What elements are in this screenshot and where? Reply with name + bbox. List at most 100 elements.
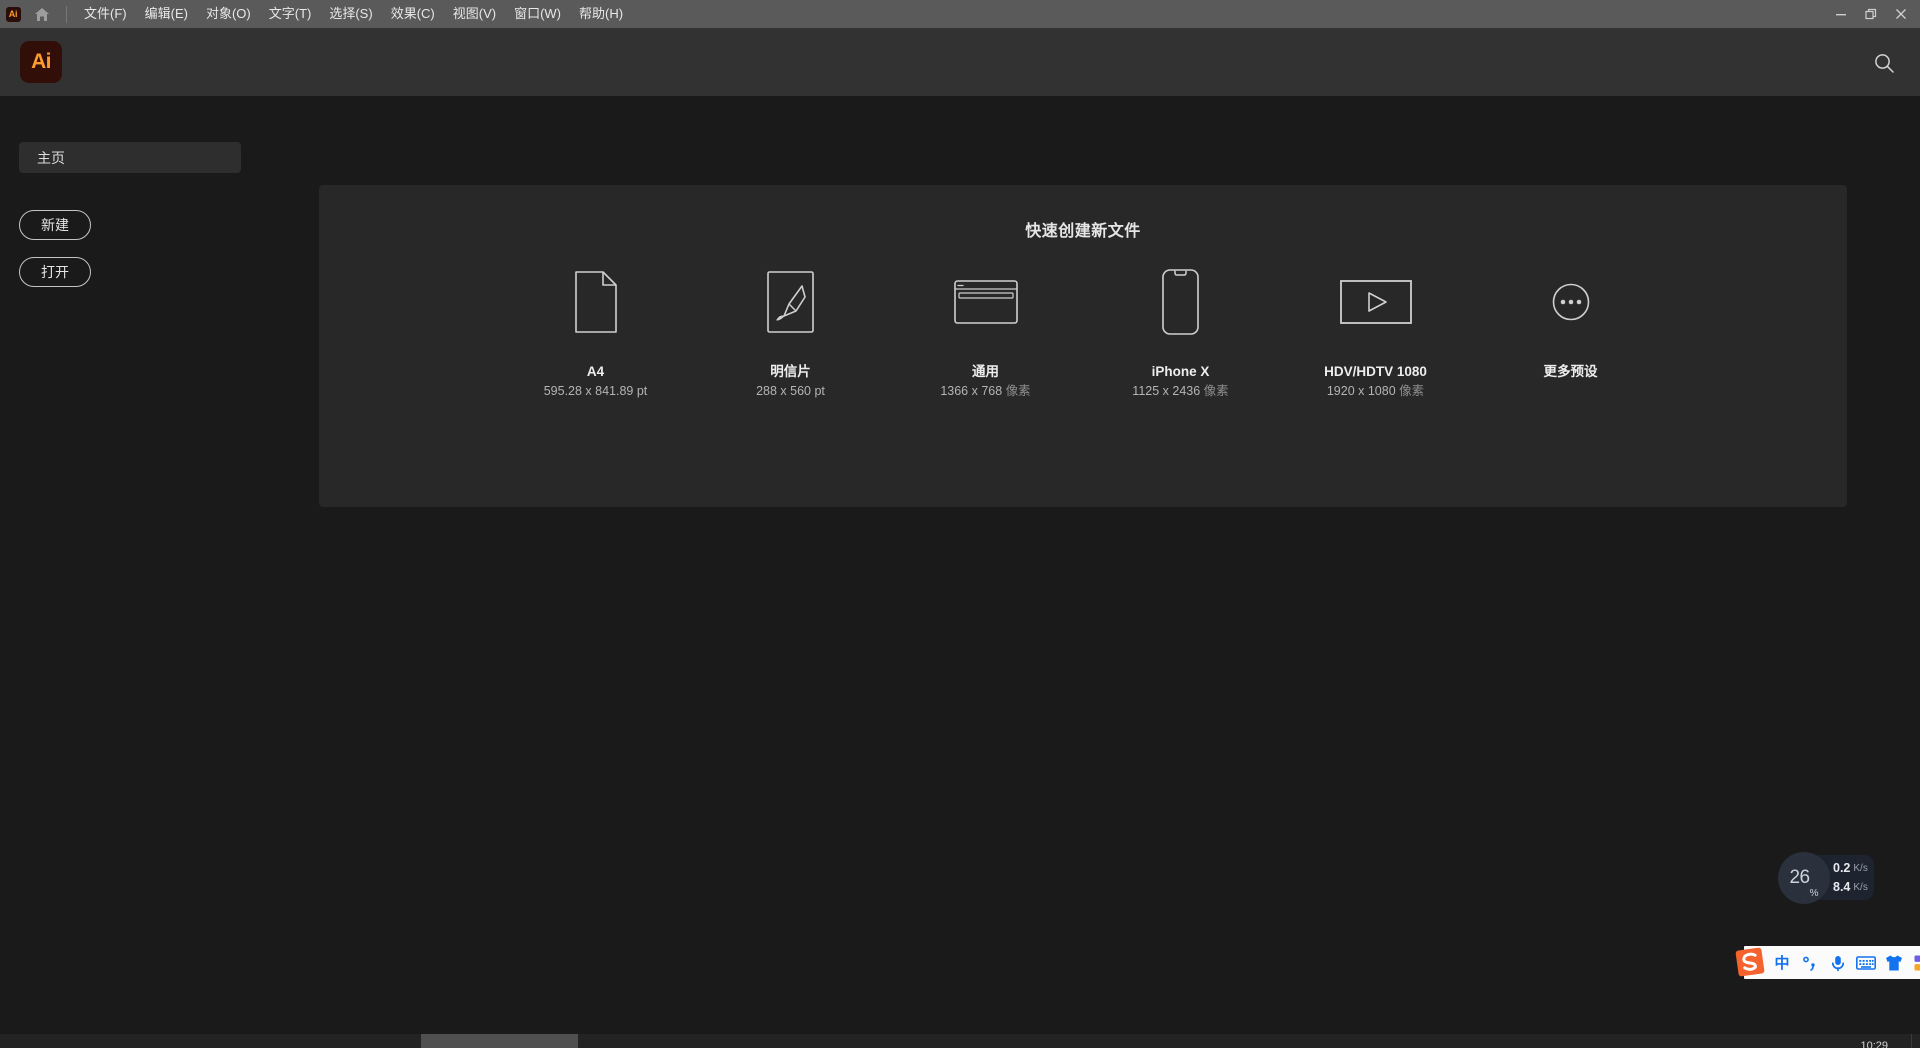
window-controls — [1826, 0, 1916, 28]
taskbar-clock[interactable]: 10:29 — [1860, 1040, 1888, 1048]
ellipsis-circle-icon-glyph — [1552, 283, 1589, 321]
search-icon — [1875, 54, 1894, 73]
app-icon-label: Ai — [5, 6, 21, 22]
sidebar: 主页 新建 打开 — [0, 96, 260, 1048]
preset-size-value: 1366 x 768 — [940, 384, 1003, 398]
app-icon-small[interactable]: Ai — [0, 0, 26, 28]
paintbrush-icon-glyph — [767, 271, 814, 333]
phone-icon-glyph — [1162, 269, 1199, 335]
preset-size-unit: 像素 — [1399, 384, 1425, 398]
ime-toolbox-icon-glyph — [1914, 955, 1920, 970]
app-logo[interactable]: Ai — [20, 41, 62, 83]
menu-object[interactable]: 对象(O) — [197, 0, 260, 28]
preset-a4[interactable]: A4 595.28 x 841.89 pt — [527, 267, 664, 399]
paintbrush-icon — [722, 267, 859, 337]
browser-window-icon-glyph — [953, 280, 1018, 324]
browser-window-icon — [917, 267, 1054, 337]
preset-name: 通用 — [972, 364, 999, 379]
menu-window[interactable]: 窗口(W) — [505, 0, 570, 28]
document-page-icon-glyph — [574, 271, 617, 333]
home-icon-glyph — [35, 7, 49, 21]
video-play-icon — [1307, 267, 1444, 337]
app-header: Ai — [0, 28, 1920, 96]
sidebar-item-home[interactable]: 主页 — [19, 142, 241, 173]
menu-select[interactable]: 选择(S) — [320, 0, 381, 28]
windows-taskbar: 10:29 — [0, 1034, 1920, 1048]
ime-language-label: 中 — [1774, 955, 1790, 972]
ime-keyboard-icon-glyph — [1856, 955, 1876, 970]
preset-iphone-x[interactable]: iPhone X 1125 x 2436 像素 — [1112, 267, 1249, 399]
sidebar-item-home-label: 主页 — [37, 149, 65, 166]
preset-more[interactable]: 更多预设 — [1502, 267, 1639, 399]
ime-microphone-icon[interactable] — [1824, 946, 1852, 979]
ime-microphone-icon-glyph — [1831, 955, 1845, 971]
ime-skin-icon[interactable] — [1880, 946, 1908, 979]
menu-view[interactable]: 视图(V) — [444, 0, 505, 28]
preset-size: 288 x 560 pt — [756, 383, 825, 399]
taskbar-active-item[interactable] — [421, 1034, 578, 1048]
preset-name: 明信片 — [770, 364, 811, 379]
upload-unit: K/s — [1853, 862, 1868, 874]
preset-size-value: 1125 x 2436 — [1132, 384, 1201, 398]
cpu-percent-symbol: % — [1809, 888, 1819, 899]
menu-edit[interactable]: 编辑(E) — [136, 0, 197, 28]
menu-bar: Ai 文件(F) 编辑(E) 对象(O) 文字(T) 选择(S) 效果(C) 视… — [0, 0, 1920, 28]
preset-size-value: 1920 x 1080 — [1326, 384, 1396, 398]
ime-toolbar: 中 — [1735, 946, 1920, 979]
illustrator-home-screen: Ai 文件(F) 编辑(E) 对象(O) 文字(T) 选择(S) 效果(C) 视… — [0, 0, 1920, 1048]
preset-size: 1366 x 768 像素 — [940, 383, 1030, 399]
download-value: 8.4 — [1833, 880, 1851, 894]
close-button[interactable] — [1886, 0, 1916, 28]
home-icon[interactable] — [26, 0, 58, 28]
ime-keyboard-icon[interactable] — [1852, 946, 1880, 979]
minimize-icon — [1836, 14, 1846, 16]
menu-type[interactable]: 文字(T) — [260, 0, 321, 28]
preset-name: 更多预设 — [1543, 364, 1598, 379]
document-page-icon — [527, 267, 664, 337]
panel-title: 快速创建新文件 — [1025, 223, 1141, 240]
taskbar-show-desktop[interactable] — [1911, 1034, 1912, 1048]
menu-file[interactable]: 文件(F) — [75, 0, 136, 28]
preset-web[interactable]: 通用 1366 x 768 像素 — [917, 267, 1054, 399]
app-logo-label: Ai — [31, 50, 51, 73]
open-button[interactable]: 打开 — [19, 257, 91, 287]
download-unit: K/s — [1853, 881, 1868, 893]
video-play-icon-glyph — [1339, 280, 1412, 324]
preset-hdtv-1080[interactable]: HDV/HDTV 1080 1920 x 1080 像素 — [1307, 267, 1444, 399]
preset-size-unit: 像素 — [1203, 384, 1229, 398]
preset-size-value: 288 x 560 pt — [756, 384, 825, 398]
menu-help[interactable]: 帮助(H) — [570, 0, 632, 28]
upload-value: 0.2 — [1833, 861, 1851, 875]
search-button[interactable] — [1869, 48, 1899, 78]
phone-icon — [1112, 267, 1249, 337]
preset-name: iPhone X — [1151, 364, 1210, 379]
menu-items: 文件(F) 编辑(E) 对象(O) 文字(T) 选择(S) 效果(C) 视图(V… — [75, 0, 632, 28]
menu-divider — [66, 5, 67, 23]
preset-size-value: 595.28 x 841.89 pt — [543, 384, 648, 398]
network-speed-widget[interactable]: ↑ 0.2 K/s ↓ 8.4 K/s 26 % — [1778, 852, 1874, 904]
close-icon — [1896, 9, 1906, 19]
ime-language-toggle[interactable]: 中 — [1768, 946, 1796, 979]
sogou-logo-icon[interactable] — [1732, 944, 1768, 980]
ime-skin-icon-glyph — [1886, 955, 1902, 970]
preset-size: 595.28 x 841.89 pt — [544, 383, 648, 399]
cpu-gauge: 26 % — [1778, 852, 1830, 904]
preset-name: HDV/HDTV 1080 — [1324, 364, 1427, 379]
ime-toolbox-icon[interactable] — [1908, 946, 1920, 979]
quick-create-panel: 快速创建新文件 A4 595.28 x 841.89 pt 明信片 288 x … — [319, 185, 1847, 507]
restore-button[interactable] — [1856, 0, 1886, 28]
minimize-button[interactable] — [1826, 0, 1856, 28]
preset-size: 1920 x 1080 像素 — [1327, 383, 1424, 399]
preset-name: A4 — [586, 364, 605, 379]
preset-postcard[interactable]: 明信片 288 x 560 pt — [722, 267, 859, 399]
ime-punctuation-icon-glyph — [1803, 956, 1815, 971]
ellipsis-circle-icon — [1502, 267, 1639, 337]
cpu-percent-value: 26 — [1789, 867, 1810, 888]
ime-punctuation-icon[interactable] — [1796, 946, 1824, 979]
menu-effect[interactable]: 效果(C) — [382, 0, 444, 28]
new-button[interactable]: 新建 — [19, 210, 91, 240]
preset-list: A4 595.28 x 841.89 pt 明信片 288 x 560 pt 通… — [319, 267, 1847, 399]
restore-icon — [1864, 8, 1876, 19]
preset-size-unit: 像素 — [1005, 384, 1031, 398]
preset-size: 1125 x 2436 像素 — [1132, 383, 1228, 399]
